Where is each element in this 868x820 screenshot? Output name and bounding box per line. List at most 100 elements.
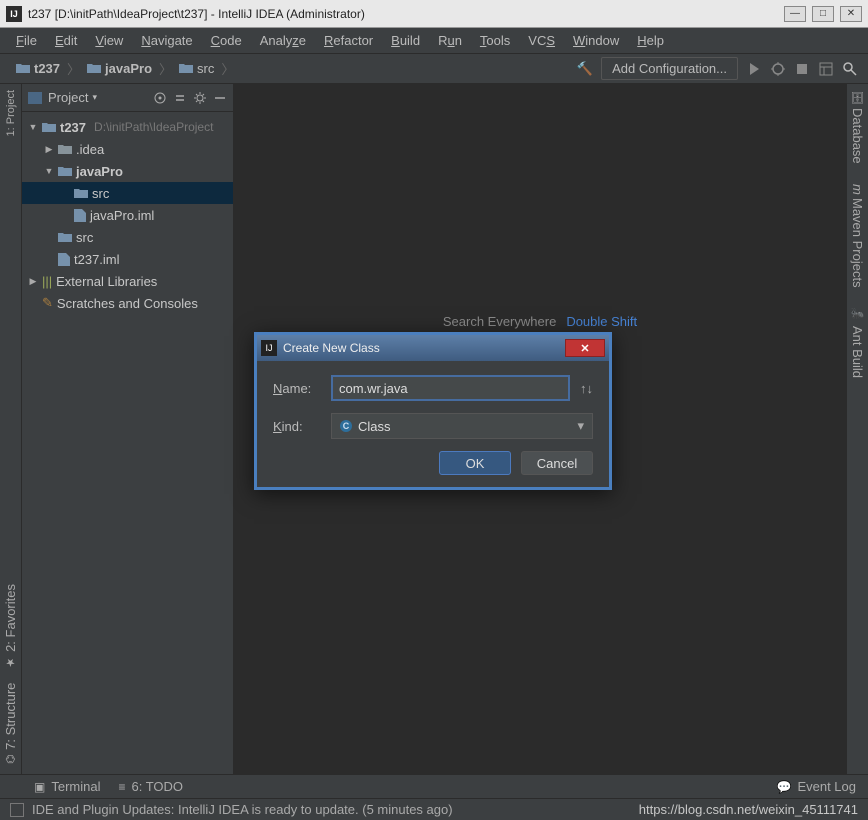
tool-window-ant[interactable]: 🐜 Ant Build bbox=[850, 308, 865, 377]
window-titlebar: IJ t237 [D:\initPath\IdeaProject\t237] -… bbox=[0, 0, 868, 28]
menu-edit[interactable]: Edit bbox=[47, 30, 85, 51]
layout-icon[interactable] bbox=[818, 61, 834, 77]
app-icon: IJ bbox=[261, 340, 277, 356]
maximize-button[interactable]: □ bbox=[812, 6, 834, 22]
sort-toggle-icon[interactable]: ↑↓ bbox=[580, 381, 593, 396]
app-icon: IJ bbox=[6, 6, 22, 22]
breadcrumb-root[interactable]: t237 bbox=[10, 59, 66, 78]
menu-window[interactable]: Window bbox=[565, 30, 627, 51]
folder-icon bbox=[179, 63, 193, 74]
status-bar: IDE and Plugin Updates: IntelliJ IDEA is… bbox=[0, 798, 868, 820]
tool-window-terminal[interactable]: ▣ Terminal bbox=[34, 779, 100, 794]
project-sidebar: Project ▾ ▼ t237 D:\initPath\IdeaProject… bbox=[22, 84, 234, 774]
name-input[interactable] bbox=[331, 375, 570, 401]
hint-label: Search Everywhere bbox=[443, 314, 556, 329]
editor-hint: Search Everywhere Double Shift bbox=[443, 314, 637, 329]
menu-code[interactable]: Code bbox=[203, 30, 250, 51]
chevron-right-icon: 〉 bbox=[67, 59, 80, 78]
menu-bar: File Edit View Navigate Code Analyze Ref… bbox=[0, 28, 868, 54]
tree-node-root[interactable]: ▼ t237 D:\initPath\IdeaProject bbox=[22, 116, 233, 138]
module-icon bbox=[58, 166, 72, 177]
tree-node-idea[interactable]: ▶ .idea bbox=[22, 138, 233, 160]
tool-window-database[interactable]: 🗄 Database bbox=[850, 90, 865, 164]
module-icon bbox=[42, 122, 56, 133]
tool-window-structure[interactable]: ⌬ 7: Structure bbox=[3, 683, 18, 764]
menu-navigate[interactable]: Navigate bbox=[133, 30, 200, 51]
project-tree: ▼ t237 D:\initPath\IdeaProject ▶ .idea ▼… bbox=[22, 112, 233, 318]
file-icon bbox=[74, 209, 86, 222]
menu-build[interactable]: Build bbox=[383, 30, 428, 51]
add-configuration-button[interactable]: Add Configuration... bbox=[601, 57, 738, 80]
breadcrumb-module[interactable]: javaPro bbox=[81, 59, 158, 78]
status-message: IDE and Plugin Updates: IntelliJ IDEA is… bbox=[32, 802, 453, 817]
status-indicator-icon[interactable] bbox=[10, 803, 24, 817]
chevron-down-icon: ▾ bbox=[577, 418, 584, 434]
run-icon[interactable] bbox=[746, 61, 762, 77]
breadcrumb-label: t237 bbox=[34, 61, 60, 76]
file-icon bbox=[58, 253, 70, 266]
breadcrumb-label: javaPro bbox=[105, 61, 152, 76]
tree-node-javapro-iml[interactable]: javaPro.iml bbox=[22, 204, 233, 226]
tree-node-src-inner[interactable]: src bbox=[22, 182, 233, 204]
build-icon[interactable]: 🔨 bbox=[577, 61, 593, 77]
menu-help[interactable]: Help bbox=[629, 30, 672, 51]
libraries-icon: ||| bbox=[42, 274, 52, 289]
menu-view[interactable]: View bbox=[87, 30, 131, 51]
expand-arrow-icon[interactable]: ▶ bbox=[44, 144, 54, 155]
debug-icon[interactable] bbox=[770, 61, 786, 77]
dialog-close-button[interactable]: ✕ bbox=[565, 339, 605, 357]
tree-node-t237-iml[interactable]: t237.iml bbox=[22, 248, 233, 270]
dialog-titlebar[interactable]: IJ Create New Class ✕ bbox=[257, 335, 609, 361]
bottom-tool-strip: ▣ Terminal ≡ 6: TODO 💬 Event Log bbox=[0, 774, 868, 798]
expand-arrow-icon[interactable]: ▼ bbox=[44, 166, 54, 176]
folder-icon bbox=[58, 144, 72, 155]
expand-arrow-icon[interactable]: ▶ bbox=[28, 276, 38, 287]
menu-file[interactable]: File bbox=[8, 30, 45, 51]
folder-icon bbox=[16, 63, 30, 74]
menu-refactor[interactable]: Refactor bbox=[316, 30, 381, 51]
kind-select[interactable]: C Class ▾ bbox=[331, 413, 593, 439]
search-icon[interactable] bbox=[842, 61, 858, 77]
close-button[interactable]: ✕ bbox=[840, 6, 862, 22]
menu-analyze[interactable]: Analyze bbox=[252, 30, 314, 51]
create-new-class-dialog: IJ Create New Class ✕ Name: ↑↓ Kind: C C… bbox=[254, 332, 612, 490]
ok-button[interactable]: OK bbox=[439, 451, 511, 475]
window-title: t237 [D:\initPath\IdeaProject\t237] - In… bbox=[28, 7, 784, 21]
tool-window-maven[interactable]: m Maven Projects bbox=[850, 184, 865, 288]
kind-label: Kind: bbox=[273, 419, 321, 434]
tree-node-external-libs[interactable]: ▶ ||| External Libraries bbox=[22, 270, 233, 292]
chevron-right-icon: 〉 bbox=[221, 59, 234, 78]
expand-arrow-icon[interactable]: ▼ bbox=[28, 122, 38, 132]
menu-tools[interactable]: Tools bbox=[472, 30, 518, 51]
tool-window-todo[interactable]: ≡ 6: TODO bbox=[118, 779, 183, 794]
cancel-button[interactable]: Cancel bbox=[521, 451, 593, 475]
tool-window-event-log[interactable]: 💬 Event Log bbox=[777, 779, 857, 794]
stop-icon[interactable] bbox=[794, 61, 810, 77]
menu-vcs[interactable]: VCS bbox=[520, 30, 563, 51]
tool-window-favorites[interactable]: ★ 2: Favorites bbox=[3, 584, 18, 669]
minimize-button[interactable]: — bbox=[784, 6, 806, 22]
project-view-selector[interactable]: Project ▾ bbox=[48, 90, 147, 105]
project-icon bbox=[28, 92, 42, 104]
project-panel-header: Project ▾ bbox=[22, 84, 233, 112]
tool-window-project[interactable]: 1: Project bbox=[5, 90, 17, 136]
hint-shortcut: Double Shift bbox=[566, 314, 637, 329]
tree-node-javapro[interactable]: ▼ javaPro bbox=[22, 160, 233, 182]
folder-icon bbox=[87, 63, 101, 74]
name-label: Name: bbox=[273, 381, 321, 396]
right-tool-strip: 🗄 Database m Maven Projects 🐜 Ant Build bbox=[846, 84, 868, 774]
watermark: https://blog.csdn.net/weixin_45111741 bbox=[639, 802, 858, 817]
collapse-icon[interactable] bbox=[173, 91, 187, 105]
source-folder-icon bbox=[74, 188, 88, 199]
breadcrumb-src[interactable]: src bbox=[173, 59, 220, 78]
dialog-title: Create New Class bbox=[283, 341, 565, 355]
tree-node-scratches[interactable]: ✎ Scratches and Consoles bbox=[22, 292, 233, 314]
hide-icon[interactable] bbox=[213, 91, 227, 105]
chevron-right-icon: 〉 bbox=[159, 59, 172, 78]
folder-icon bbox=[58, 232, 72, 243]
gear-icon[interactable] bbox=[193, 91, 207, 105]
locate-icon[interactable] bbox=[153, 91, 167, 105]
tree-node-src[interactable]: src bbox=[22, 226, 233, 248]
class-icon: C bbox=[340, 420, 352, 432]
menu-run[interactable]: Run bbox=[430, 30, 470, 51]
